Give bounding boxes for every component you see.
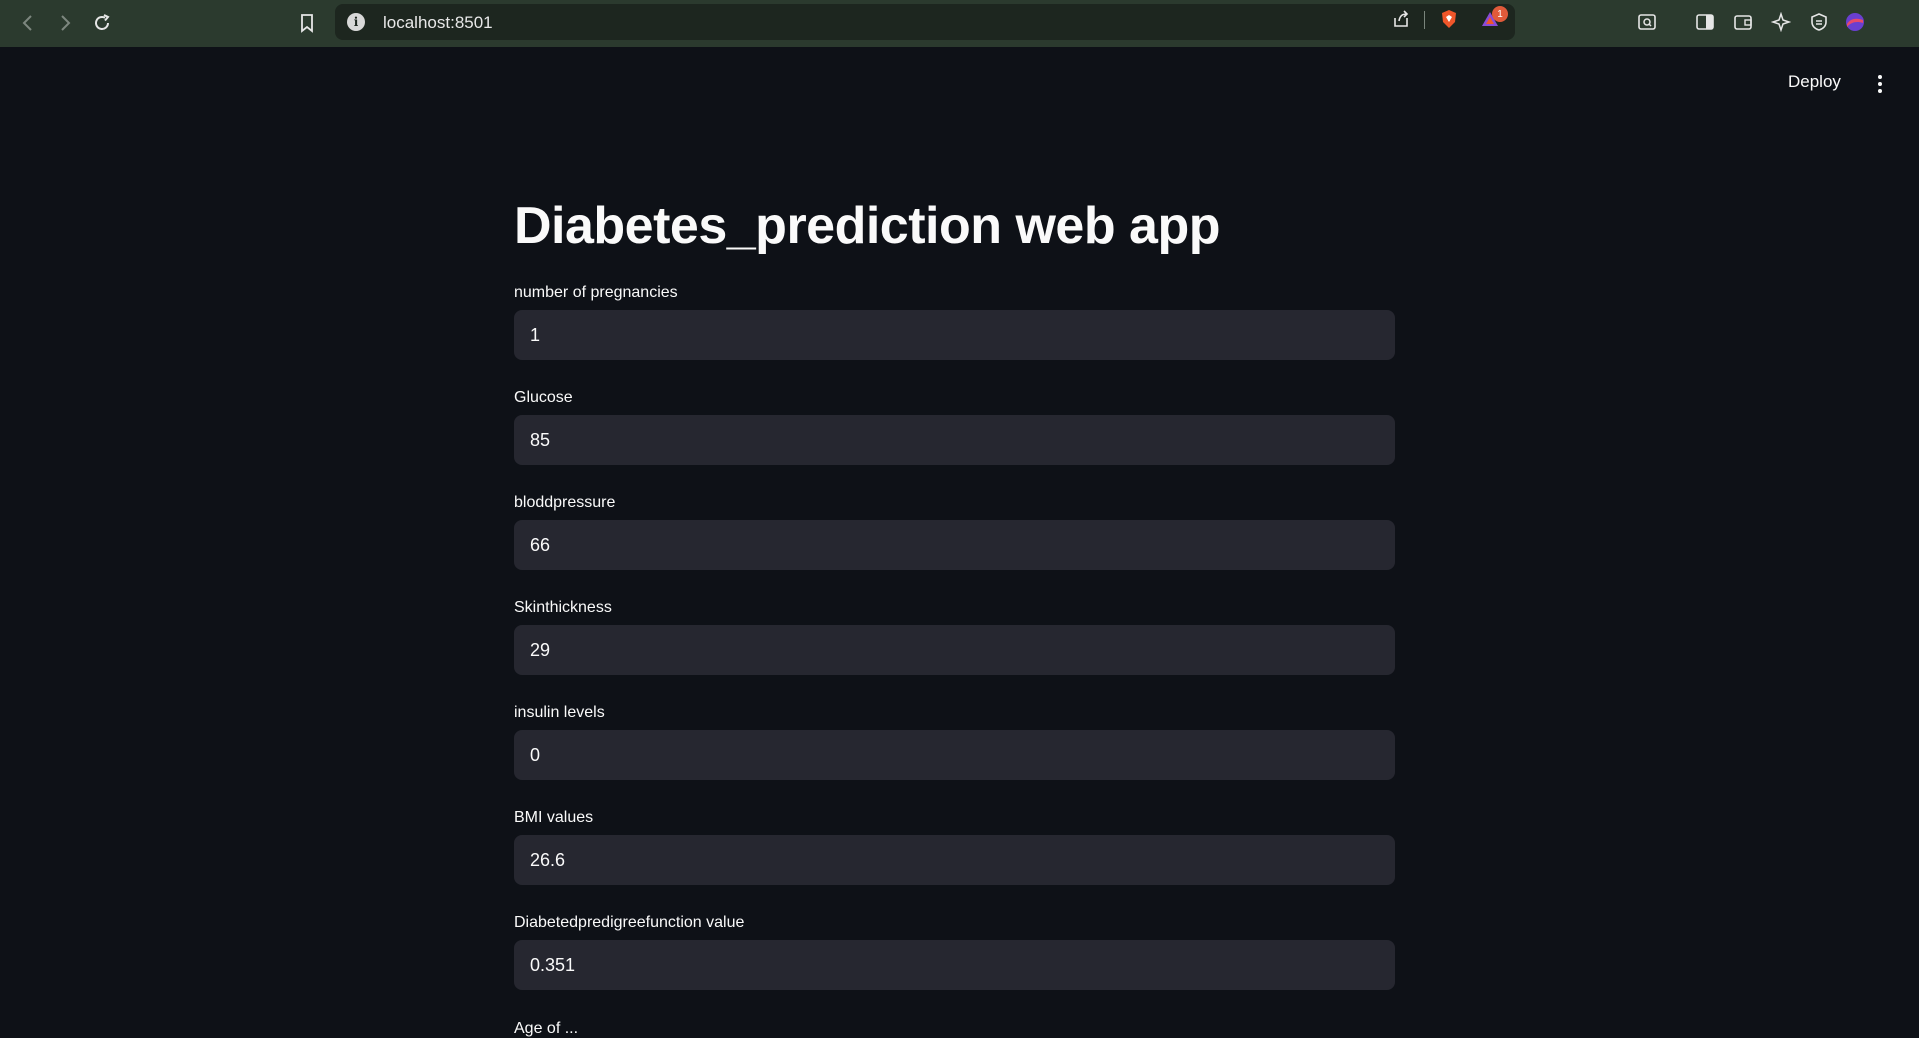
- field-label: Glucose: [514, 389, 573, 406]
- pedigree-field: Diabetedpredigreefunction value: [514, 913, 1395, 990]
- field-label: bloddpressure: [514, 494, 616, 511]
- bookmark-button[interactable]: [292, 8, 322, 38]
- pregnancies-input[interactable]: [514, 310, 1395, 360]
- field-label: number of pregnancies: [514, 284, 678, 301]
- insulin-input[interactable]: [514, 730, 1395, 780]
- pregnancies-field: number of pregnancies: [514, 283, 1395, 360]
- field-label: Diabetedpredigreefunction value: [514, 914, 745, 931]
- browser-toolbar: i localhost:8501 1: [0, 0, 1919, 47]
- field-label: insulin levels: [514, 704, 605, 721]
- age-field-label: Age of ...: [514, 1020, 579, 1037]
- address-bar[interactable]: i localhost:8501: [335, 4, 1515, 40]
- bloodpressure-input[interactable]: [514, 520, 1395, 570]
- field-label: BMI values: [514, 809, 594, 826]
- field-label: Skinthickness: [514, 599, 612, 616]
- brave-shields-icon[interactable]: [1438, 8, 1460, 30]
- addressbar-divider: [1424, 11, 1425, 29]
- profile-avatar-icon[interactable]: [1843, 10, 1867, 34]
- chevron-left-icon: [22, 15, 32, 31]
- bookmark-icon: [301, 14, 313, 33]
- chevron-right-icon: [61, 15, 71, 31]
- reload-icon: [95, 14, 110, 30]
- bmi-field: BMI values: [514, 808, 1395, 885]
- main-content: Diabetes_prediction web app number of pr…: [514, 190, 1395, 1037]
- back-button[interactable]: [13, 8, 43, 38]
- rewards-badge: 1: [1492, 6, 1508, 22]
- wallet-icon[interactable]: [1731, 10, 1755, 34]
- glucose-field: Glucose: [514, 388, 1395, 465]
- page-title: Diabetes_prediction web app: [514, 197, 1221, 255]
- search-in-page-icon[interactable]: [1635, 10, 1659, 34]
- insulin-field: insulin levels: [514, 703, 1395, 780]
- bmi-input[interactable]: [514, 835, 1395, 885]
- url-text: localhost:8501: [383, 13, 493, 32]
- deploy-button[interactable]: Deploy: [1788, 72, 1841, 92]
- vpn-shield-icon[interactable]: [1807, 10, 1831, 34]
- site-info-icon[interactable]: i: [347, 13, 365, 31]
- skinthickness-input[interactable]: [514, 625, 1395, 675]
- leo-ai-icon[interactable]: [1769, 10, 1793, 34]
- forward-button[interactable]: [50, 8, 80, 38]
- sidebar-toggle-icon[interactable]: [1693, 10, 1717, 34]
- skinthickness-field: Skinthickness: [514, 598, 1395, 675]
- pedigree-input[interactable]: [514, 940, 1395, 990]
- bloodpressure-field: bloddpressure: [514, 493, 1395, 570]
- reload-button[interactable]: [87, 8, 117, 38]
- glucose-input[interactable]: [514, 415, 1395, 465]
- share-icon[interactable]: [1390, 8, 1412, 30]
- main-menu-icon[interactable]: [1870, 72, 1890, 96]
